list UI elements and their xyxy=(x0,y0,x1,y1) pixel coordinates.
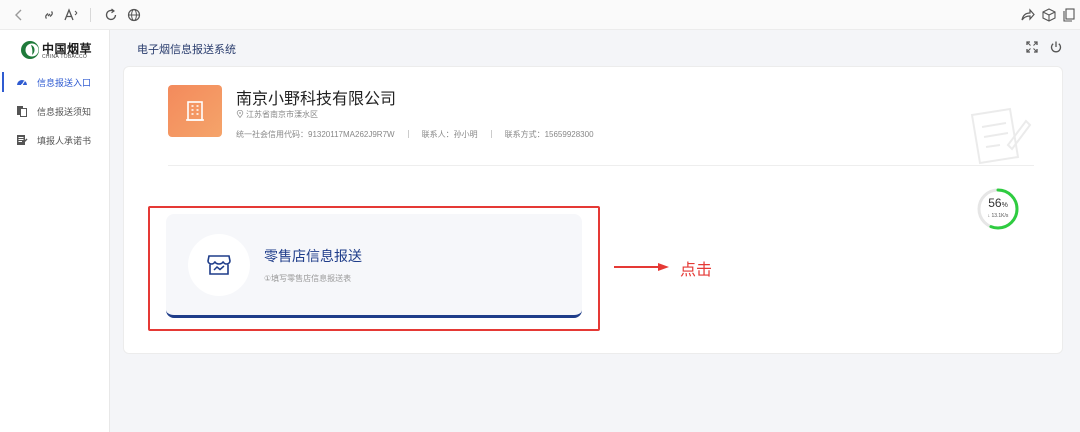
sidebar-item-report-notice[interactable]: 信息报送须知 xyxy=(0,97,110,125)
meta-divider xyxy=(407,130,409,138)
sidebar-item-label: 信息报送须知 xyxy=(37,107,92,117)
address-text: 江苏省南京市溧水区 xyxy=(246,110,318,119)
annotation-highlight-frame xyxy=(148,206,600,331)
annotation-arrow-icon xyxy=(614,262,670,272)
meta-divider xyxy=(490,130,492,138)
read-aloud-icon[interactable] xyxy=(62,6,80,24)
toolbar-divider xyxy=(90,8,91,22)
sidebar-item-report-entry[interactable]: 信息报送入口 xyxy=(0,68,110,96)
contact-person: 联系人：孙小明 xyxy=(421,130,478,139)
company-name: 南京小野科技有限公司 xyxy=(236,91,397,108)
refresh-icon[interactable] xyxy=(102,6,120,24)
location-pin-icon xyxy=(236,110,244,118)
back-icon[interactable] xyxy=(10,6,28,24)
sidebar-item-pledge[interactable]: 填报人承诺书 xyxy=(0,126,110,154)
sidebar-item-label: 填报人承诺书 xyxy=(37,136,92,146)
collections-icon[interactable] xyxy=(1060,6,1078,24)
document-watermark-icon xyxy=(962,101,1034,173)
speed-rate: ↓ 13.1K/s xyxy=(987,213,1009,219)
speed-percent-unit: % xyxy=(1001,202,1008,209)
fullscreen-icon[interactable] xyxy=(1025,40,1039,54)
main-header: 电子烟信息报送系统 xyxy=(111,30,1080,64)
share-icon[interactable] xyxy=(1018,6,1036,24)
sidebar: 中国烟草 CHINA TOBACCO 信息报送入口 信息报送须知 填报人承诺书 xyxy=(0,30,110,432)
speed-percent: 56% xyxy=(976,196,1020,210)
logo-subtitle: CHINA TOBACCO xyxy=(42,54,88,60)
network-speed-badge: 56% ↓ 13.1K/s xyxy=(976,187,1020,231)
company-avatar xyxy=(168,85,222,137)
system-title: 电子烟信息报送系统 xyxy=(137,44,236,56)
sidebar-item-label: 信息报送入口 xyxy=(37,78,92,88)
dashboard-icon xyxy=(16,76,28,88)
company-address: 江苏省南京市溧水区 xyxy=(236,109,318,120)
card-divider xyxy=(168,165,1034,166)
china-tobacco-logo: 中国烟草 CHINA TOBACCO xyxy=(20,40,100,62)
extension-icon[interactable] xyxy=(1040,6,1058,24)
documents-icon xyxy=(16,105,28,117)
building-icon xyxy=(186,101,204,121)
link-icon[interactable] xyxy=(40,6,58,24)
globe-icon[interactable] xyxy=(125,6,143,24)
browser-toolbar xyxy=(0,0,1080,30)
tobacco-leaf-icon xyxy=(20,40,40,60)
speed-percent-value: 56 xyxy=(988,196,1002,210)
power-icon[interactable] xyxy=(1049,40,1063,54)
pledge-icon xyxy=(16,134,28,146)
company-meta: 统一社会信用代码：91320117MA262J9R7W 联系人：孙小明 联系方式：1… xyxy=(236,129,594,140)
contact-phone: 联系方式：15659928300 xyxy=(504,130,594,139)
annotation-click-text: 点击 xyxy=(680,262,713,279)
credit-code: 统一社会信用代码：91320117MA262J9R7W xyxy=(236,130,395,139)
